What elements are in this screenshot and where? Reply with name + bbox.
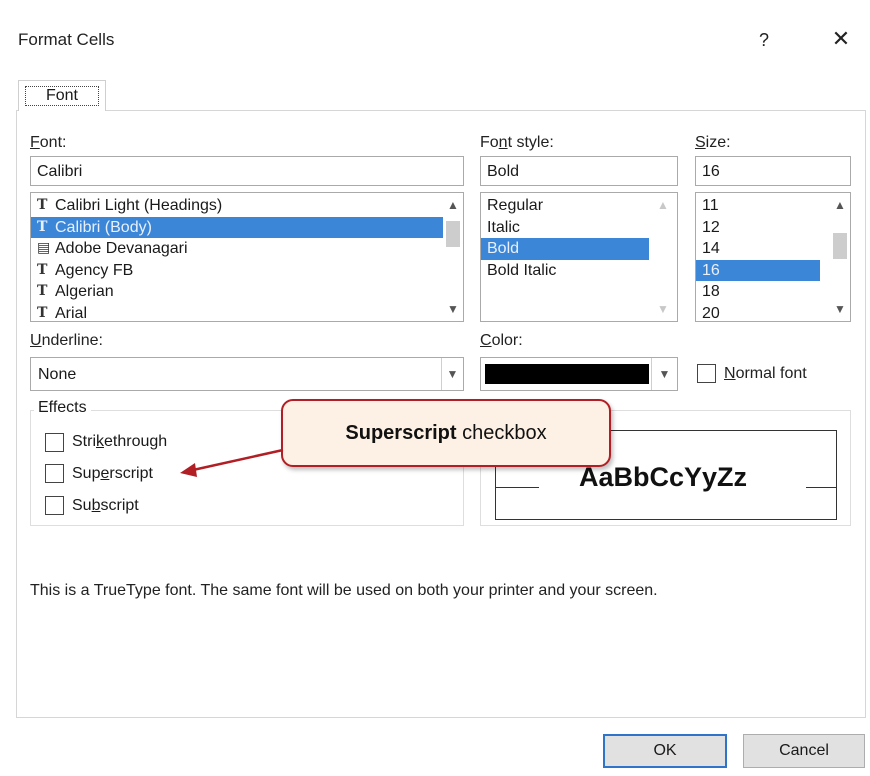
callout-arrow: [180, 448, 284, 477]
